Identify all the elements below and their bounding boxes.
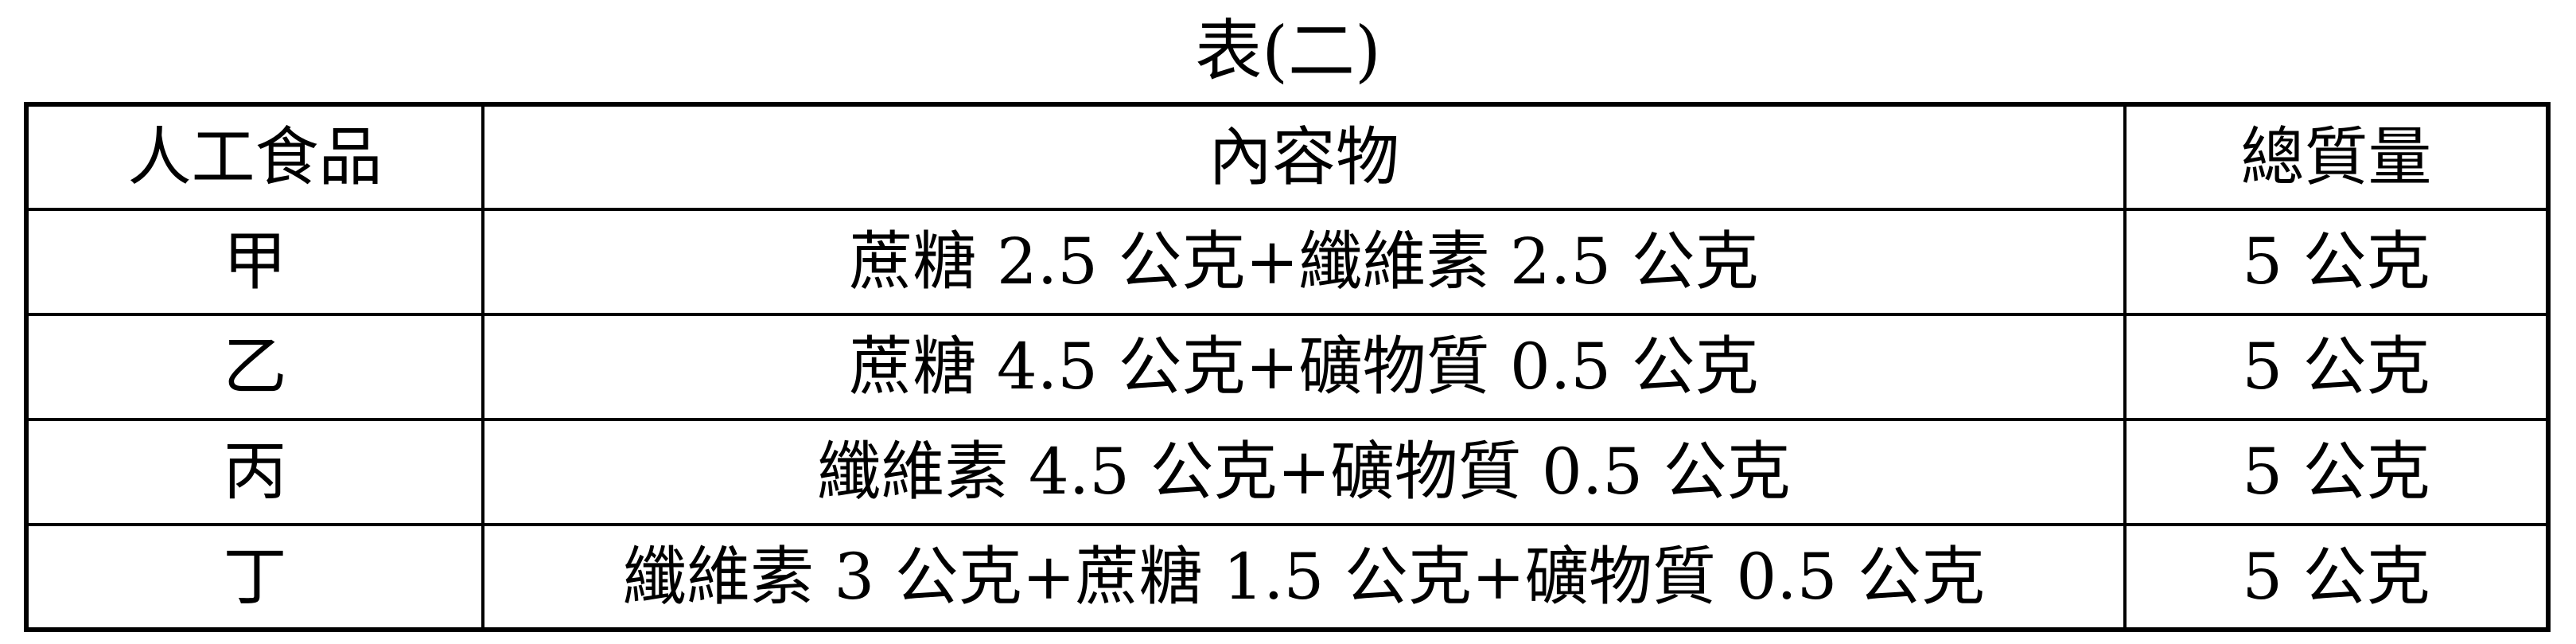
cell-total: 5 公克 bbox=[2123, 418, 2550, 526]
cell-total: 5 公克 bbox=[2123, 208, 2550, 316]
cell-contents: 蔗糖 4.5 公克+礦物質 0.5 公克 bbox=[481, 313, 2127, 421]
cell-food: 丁 bbox=[25, 523, 484, 631]
table-caption: 表(二) bbox=[1195, 12, 1381, 90]
table-row: 丁 纖維素 3 公克+蔗糖 1.5 公克+礦物質 0.5 公克 5 公克 bbox=[25, 523, 2550, 631]
table-row: 乙 蔗糖 4.5 公克+礦物質 0.5 公克 5 公克 bbox=[25, 313, 2550, 421]
cell-food: 甲 bbox=[25, 208, 484, 316]
cell-food: 丙 bbox=[25, 418, 484, 526]
cell-contents: 蔗糖 2.5 公克+纖維素 2.5 公克 bbox=[481, 208, 2127, 316]
cell-total: 5 公克 bbox=[2123, 313, 2550, 421]
table-row: 甲 蔗糖 2.5 公克+纖維素 2.5 公克 5 公克 bbox=[25, 208, 2550, 316]
cell-total: 5 公克 bbox=[2123, 523, 2550, 631]
header-contents: 內容物 bbox=[481, 103, 2127, 211]
cell-contents: 纖維素 4.5 公克+礦物質 0.5 公克 bbox=[481, 418, 2127, 526]
table-header-row: 人工食品 內容物 總質量 bbox=[25, 103, 2550, 211]
header-total-mass: 總質量 bbox=[2123, 103, 2550, 211]
table-row: 丙 纖維素 4.5 公克+礦物質 0.5 公克 5 公克 bbox=[25, 418, 2550, 526]
food-contents-table: 人工食品 內容物 總質量 甲 蔗糖 2.5 公克+纖維素 2.5 公克 5 公克… bbox=[24, 102, 2551, 632]
cell-food: 乙 bbox=[25, 313, 484, 421]
cell-contents: 纖維素 3 公克+蔗糖 1.5 公克+礦物質 0.5 公克 bbox=[481, 523, 2127, 631]
header-food: 人工食品 bbox=[25, 103, 484, 211]
